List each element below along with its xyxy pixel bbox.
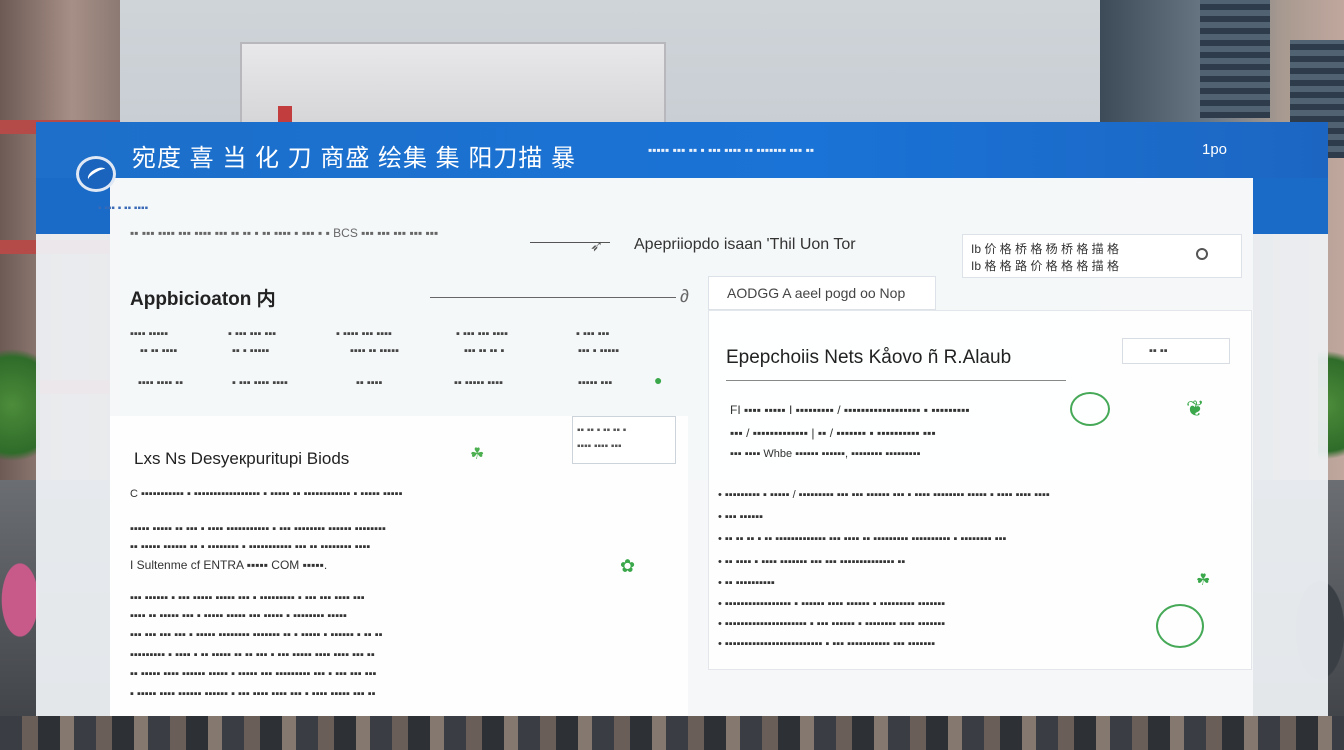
mini-info-box[interactable]: ▪▪ ▪▪ ▪ ▪▪ ▪▪ ▪ ▪▪▪▪ ▪▪▪▪ ▪▪▪ — [572, 416, 676, 464]
list-item: • ▪▪ ▪▪▪▪▪▪▪▪▪▪ — [718, 577, 775, 589]
section-title: Lxs Ns Desyeкpuritupi Biods — [134, 449, 350, 468]
breadcrumb[interactable]: ▪ ▪▪▪ ▪ ▪▪ ▪▪▪▪ — [98, 203, 148, 214]
paperclip-icon[interactable]: ∂ — [680, 286, 689, 307]
section-title: Epepchoiis Nets Kåovo ñ R.Alaub — [726, 347, 1012, 368]
page-title: 宛度 喜 当 化 刀 商盛 绘集 集 阳刀描 暴 — [132, 145, 577, 172]
top-nav[interactable]: ▪▪▪▪▪ ▪▪▪ ▪▪ ▪ ▪▪▪ ▪▪▪▪ ▪▪ ▪▪▪▪▪▪▪ ▪▪▪ ▪… — [648, 143, 814, 157]
grid-cell: ▪ ▪▪▪ ▪▪▪ — [576, 328, 610, 340]
grid-cell: ▪ ▪▪▪ ▪▪▪ ▪▪▪ — [228, 328, 277, 340]
approval-heading: Apepriiopdo isaan 'Thil Uon Tor — [634, 236, 856, 253]
list-item: • ▪▪ ▪▪▪▪ ▪ ▪▪▪▪ ▪▪▪▪▪▪▪ ▪▪▪ ▪▪▪ ▪▪▪▪▪▪▪… — [718, 556, 906, 568]
paragraph-line: ▪▪▪ / ▪▪▪▪▪▪▪▪▪▪▪▪▪ | ▪▪ / ▪▪▪▪▪▪▪ ▪ ▪▪▪… — [730, 426, 936, 440]
plant-icon — [1070, 392, 1110, 426]
application-title: Appbicioaton 内 — [130, 289, 276, 310]
paragraph-line: ▪▪▪ ▪▪▪ ▪▪▪ ▪▪▪ ▪ ▪▪▪▪▪ ▪▪▪▪▪▪▪▪ ▪▪▪▪▪▪▪… — [130, 629, 383, 641]
list-item: • ▪▪▪▪▪▪▪▪▪▪▪▪▪▪▪▪▪▪▪▪▪▪▪▪▪ ▪ ▪▪▪ ▪▪▪▪▪▪… — [718, 638, 936, 650]
divider-line — [726, 380, 1066, 381]
paragraph-line: ▪▪▪▪▪ ▪▪▪▪▪ ▪▪ ▪▪▪ ▪ ▪▪▪▪ ▪▪▪▪▪▪▪▪▪▪▪ ▪ … — [130, 523, 386, 535]
paragraph-line: I Sultenme cf ENTRA ▪▪▪▪▪ COM ▪▪▪▪▪. — [130, 558, 328, 572]
arrow-icon: ➶ — [590, 238, 604, 255]
list-item: • ▪▪▪▪▪▪▪▪▪ ▪ ▪▪▪▪▪ / ▪▪▪▪▪▪▪▪▪ ▪▪▪ ▪▪▪ … — [718, 489, 1050, 501]
paragraph-line: ▪ ▪▪▪▪▪ ▪▪▪▪ ▪▪▪▪▪▪ ▪▪▪▪▪▪ ▪ ▪▪▪ ▪▪▪▪ ▪▪… — [130, 688, 376, 700]
grid-cell: ▪▪▪▪ ▪▪▪▪ ▪▪ — [138, 377, 184, 389]
list-item: • ▪▪ ▪▪ ▪▪ ▪ ▪▪ ▪▪▪▪▪▪▪▪▪▪▪▪▪ ▪▪▪ ▪▪▪▪ ▪… — [718, 533, 1007, 545]
grid-cell: ▪▪▪ ▪▪ ▪▪ ▪ — [464, 345, 505, 357]
grid-cell: ▪ ▪▪▪ ▪▪▪ ▪▪▪▪ — [456, 328, 509, 340]
grid-cell: ▪▪ ▪▪▪▪ — [356, 377, 383, 389]
list-item: • ▪▪▪▪▪▪▪▪▪▪▪▪▪▪▪▪▪ ▪ ▪▪▪▪▪▪ ▪▪▪▪ ▪▪▪▪▪▪… — [718, 598, 946, 610]
grid-cell: ▪▪▪▪ ▪▪▪▪▪ — [130, 328, 169, 340]
grid-cell: ▪▪▪▪▪ ▪▪▪ — [578, 377, 613, 389]
notice-line: Ib 格 格 路 价 格 格 格 描 格 — [971, 259, 1120, 273]
paragraph-line: ▪▪▪▪ ▪▪ ▪▪▪▪▪ ▪▪▪ ▪ ▪▪▪▪▪ ▪▪▪▪▪ ▪▪▪ ▪▪▪▪… — [130, 610, 347, 622]
paragraph-line: ▪▪▪▪▪▪▪▪▪ ▪ ▪▪▪▪ ▪ ▪▪ ▪▪▪▪▪ ▪▪ ▪▪ ▪▪▪ ▪ … — [130, 649, 375, 661]
grid-cell: ▪▪ ▪▪ ▪▪▪▪ — [140, 345, 178, 357]
paragraph-line: ▪▪ ▪▪▪▪▪ ▪▪▪▪ ▪▪▪▪▪▪ ▪▪▪▪▪ ▪ ▪▪▪▪▪ ▪▪▪ ▪… — [130, 668, 377, 680]
info-icon[interactable] — [1196, 248, 1208, 260]
grid-cell: ▪ ▪▪▪ ▪▪▪▪ ▪▪▪▪ — [232, 377, 288, 389]
notice-line: Ib 价 格 桥 格 杨 桥 格 描 格 — [971, 242, 1120, 256]
divider-line — [430, 297, 676, 298]
list-item: • ▪▪▪▪▪▪▪▪▪▪▪▪▪▪▪▪▪▪▪▪▪ ▪ ▪▪▪ ▪▪▪▪▪▪ ▪ ▪… — [718, 618, 946, 630]
leaf-icon: ✿ — [620, 556, 636, 576]
cta-button[interactable]: AODGG A aeel pogd oo Nop — [708, 276, 936, 310]
paragraph-line: ▪▪ ▪▪▪▪▪ ▪▪▪▪▪▪ ▪▪ ▪ ▪▪▪▪▪▪▪▪ ▪ ▪▪▪▪▪▪▪▪… — [130, 541, 371, 553]
mini-box-line: ▪▪▪▪ ▪▪▪▪ ▪▪▪ — [577, 441, 622, 452]
grid-cell: ▪▪ ▪ ▪▪▪▪▪ — [232, 345, 270, 357]
leaf-icon: ❦ — [1186, 396, 1205, 421]
page-indicator: 1po — [1202, 141, 1228, 158]
grid-cell: ▪▪ ▪▪▪▪▪ ▪▪▪▪ — [454, 377, 504, 389]
paragraph-line: FI ▪▪▪▪ ▪▪▪▪▪ I ▪▪▪▪▪▪▪▪▪ / ▪▪▪▪▪▪▪▪▪▪▪▪… — [730, 403, 970, 417]
paragraph-line: C ▪▪▪▪▪▪▪▪▪▪▪ ▪ ▪▪▪▪▪▪▪▪▪▪▪▪▪▪▪▪▪ ▪ ▪▪▪▪… — [130, 488, 403, 500]
building-windows — [1200, 0, 1270, 118]
top-bar: 宛度 喜 当 化 刀 商盛 绘集 集 阳刀描 暴 ▪▪▪▪▪ ▪▪▪ ▪▪ ▪ … — [36, 122, 1328, 178]
grid-cell: ▪▪▪ ▪ ▪▪▪▪▪ — [578, 345, 620, 357]
list-item: • ▪▪▪ ▪▪▪▪▪▪ — [718, 511, 764, 523]
paragraph-line: ▪▪▪ ▪▪▪▪▪▪ ▪ ▪▪▪ ▪▪▪▪▪ ▪▪▪▪▪ ▪▪▪ ▪ ▪▪▪▪▪… — [130, 592, 365, 604]
paragraph-line: ▪▪▪ ▪▪▪▪ Whbe ▪▪▪▪▪▪ ▪▪▪▪▪▪, ▪▪▪▪▪▪▪▪ ▪▪… — [730, 448, 921, 460]
grid-cell: ▪ ▪▪▪▪ ▪▪▪ ▪▪▪▪ — [336, 328, 392, 340]
leaf-icon: ● — [654, 372, 663, 388]
leaf-icon: ☘ — [1196, 572, 1211, 589]
logo-icon — [76, 156, 116, 192]
subheader-text: ▪▪ ▪▪▪ ▪▪▪▪ ▪▪▪ ▪▪▪▪ ▪▪▪ ▪▪ ▪▪ ▪ ▪▪ ▪▪▪▪… — [130, 226, 439, 240]
tree-left — [0, 330, 40, 480]
mini-box-line: ▪▪ ▪▪ ▪ ▪▪ ▪▪ ▪ — [577, 425, 627, 436]
right-blue-strip — [1253, 178, 1328, 234]
plant-icon — [1156, 604, 1204, 648]
options-button[interactable]: ▪▪ ▪▪ — [1122, 338, 1230, 364]
grid-cell: ▪▪▪▪ ▪▪ ▪▪▪▪▪ — [350, 345, 400, 357]
leaf-icon: ☘ — [470, 446, 485, 463]
crowd-strip — [0, 716, 1344, 750]
billboard — [240, 42, 666, 126]
